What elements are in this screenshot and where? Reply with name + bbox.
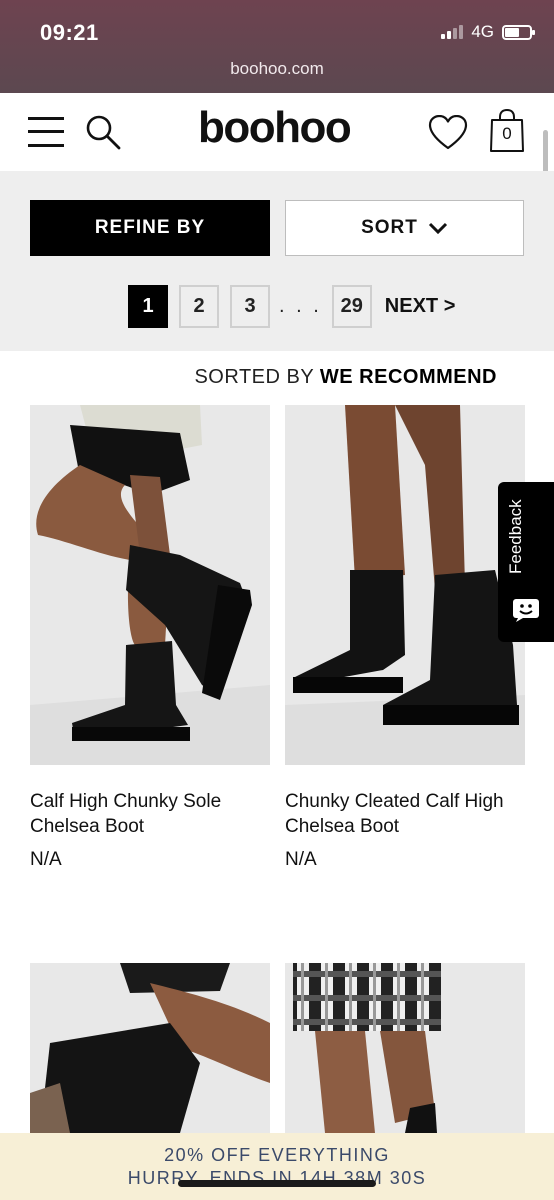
heart-icon[interactable] bbox=[428, 114, 468, 151]
page-1-button[interactable]: 1 bbox=[128, 285, 168, 328]
product-image[interactable] bbox=[285, 405, 525, 765]
feedback-smile-icon bbox=[513, 599, 539, 622]
url-bar[interactable]: boohoo.com bbox=[0, 59, 554, 79]
refine-by-button[interactable]: REFINE BY bbox=[30, 200, 270, 256]
listing-controls: REFINE BY SORT 1 2 3 . . . 29 NEXT > bbox=[0, 171, 554, 351]
promo-banner[interactable]: 20% OFF EVERYTHING HURRY, ENDS IN 14H 38… bbox=[0, 1133, 554, 1200]
menu-icon[interactable] bbox=[28, 115, 66, 149]
product-card[interactable] bbox=[30, 963, 270, 1157]
sort-button[interactable]: SORT bbox=[285, 200, 524, 256]
product-image[interactable] bbox=[30, 405, 270, 765]
sorted-by-prefix: SORTED BY bbox=[194, 366, 314, 388]
product-card[interactable]: Chunky Cleated Calf High Chelsea Boot N/… bbox=[285, 405, 525, 871]
site-logo[interactable]: boohoo bbox=[198, 103, 352, 153]
chevron-down-icon bbox=[428, 222, 447, 235]
signal-icon bbox=[441, 25, 464, 39]
page-3-button[interactable]: 3 bbox=[230, 285, 270, 328]
product-image[interactable] bbox=[30, 963, 270, 1133]
status-indicators: 4G bbox=[441, 22, 535, 42]
pagination: 1 2 3 . . . 29 NEXT > bbox=[128, 285, 455, 328]
search-icon[interactable] bbox=[84, 113, 122, 151]
bag-count: 0 bbox=[502, 124, 512, 143]
pagination-ellipsis: . . . bbox=[279, 295, 322, 317]
home-indicator[interactable] bbox=[178, 1180, 376, 1187]
sort-label: SORT bbox=[361, 217, 418, 238]
product-name[interactable]: Chunky Cleated Calf High Chelsea Boot bbox=[285, 789, 525, 839]
product-card[interactable] bbox=[285, 963, 525, 1157]
battery-icon bbox=[502, 24, 535, 40]
page-2-button[interactable]: 2 bbox=[179, 285, 219, 328]
next-page-link[interactable]: NEXT > bbox=[385, 295, 456, 318]
feedback-tab[interactable]: Feedback bbox=[498, 482, 554, 642]
status-time: 09:21 bbox=[40, 20, 99, 45]
page-last-button[interactable]: 29 bbox=[331, 285, 372, 328]
sorted-by-label: SORTED BY WE RECOMMEND bbox=[194, 366, 497, 389]
product-image[interactable] bbox=[285, 963, 525, 1133]
site-header: boohoo 0 bbox=[0, 93, 554, 171]
bag-icon[interactable]: 0 bbox=[488, 109, 526, 153]
sorted-by-value: WE RECOMMEND bbox=[319, 366, 497, 388]
promo-headline: 20% OFF EVERYTHING bbox=[164, 1145, 390, 1165]
product-card[interactable]: Calf High Chunky Sole Chelsea Boot N/A bbox=[30, 405, 270, 871]
product-price: N/A bbox=[30, 849, 62, 870]
feedback-label: Feedback bbox=[506, 499, 525, 574]
browser-top-bar: 09:21 4G boohoo.com bbox=[0, 0, 554, 93]
product-name[interactable]: Calf High Chunky Sole Chelsea Boot bbox=[30, 789, 270, 839]
product-price: N/A bbox=[285, 849, 317, 870]
network-label: 4G bbox=[471, 22, 494, 41]
